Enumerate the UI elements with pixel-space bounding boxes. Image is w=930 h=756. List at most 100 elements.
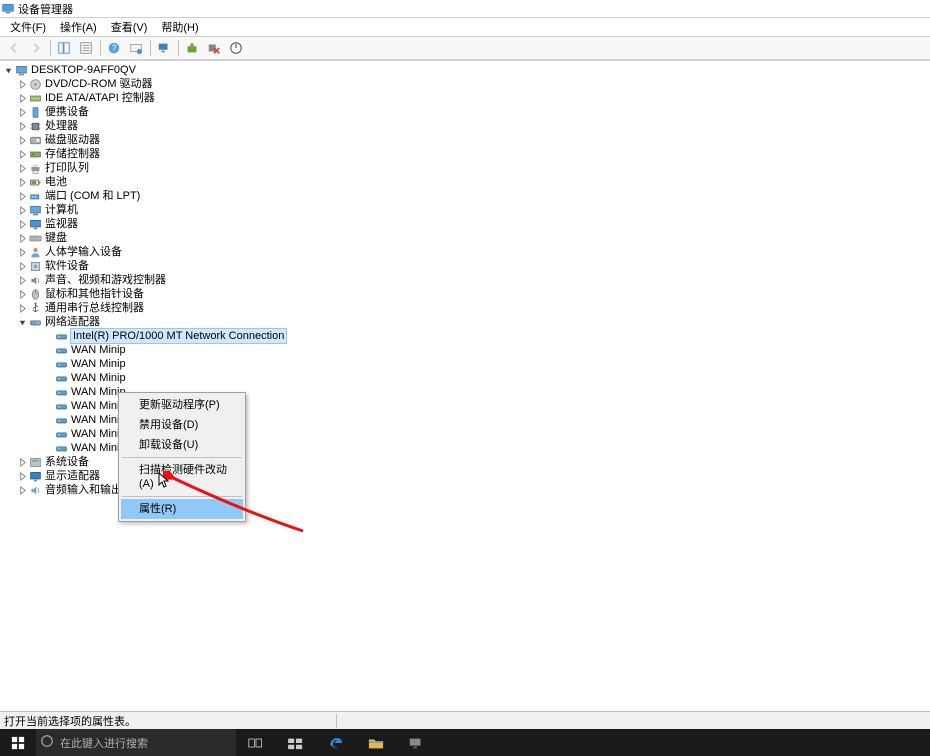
tree-category[interactable]: 端口 (COM 和 LPT) — [0, 189, 930, 203]
hid-icon — [28, 245, 42, 259]
ide-icon — [28, 91, 42, 105]
window-title: 设备管理器 — [18, 1, 73, 17]
chevron-right-icon[interactable] — [16, 134, 28, 146]
mouse-icon — [28, 287, 42, 301]
menu-file[interactable]: 文件(F) — [4, 18, 52, 36]
chevron-right-icon[interactable] — [16, 232, 28, 244]
chevron-right-icon[interactable] — [16, 120, 28, 132]
chevron-right-icon[interactable] — [16, 260, 28, 272]
ctx-properties[interactable]: 属性(R) — [121, 499, 243, 519]
menu-action[interactable]: 操作(A) — [54, 18, 103, 36]
computer-icon — [28, 203, 42, 217]
chevron-right-icon[interactable] — [16, 204, 28, 216]
printer-icon — [28, 161, 42, 175]
tree-node-label: IDE ATA/ATAPI 控制器 — [45, 91, 155, 105]
chevron-right-icon[interactable] — [16, 148, 28, 160]
tree-category-network[interactable]: 网络适配器 — [0, 315, 930, 329]
chevron-down-icon[interactable] — [16, 316, 28, 328]
search-placeholder: 在此键入进行搜索 — [60, 735, 148, 751]
tree-category[interactable]: 存储控制器 — [0, 147, 930, 161]
chevron-right-icon[interactable] — [16, 218, 28, 230]
nav-forward-button[interactable] — [26, 38, 46, 58]
start-button[interactable] — [0, 729, 36, 756]
show-hide-button[interactable] — [54, 38, 74, 58]
tree-node-network-adapter[interactable]: WAN Minip — [0, 357, 930, 371]
tree-category[interactable]: 声音、视频和游戏控制器 — [0, 273, 930, 287]
system-icon — [28, 455, 42, 469]
tree-category[interactable]: 磁盘驱动器 — [0, 133, 930, 147]
action-button[interactable] — [126, 38, 146, 58]
tree-category[interactable]: 监视器 — [0, 217, 930, 231]
portable-icon — [28, 105, 42, 119]
chevron-right-icon[interactable] — [16, 302, 28, 314]
menu-view[interactable]: 查看(V) — [105, 18, 154, 36]
keyboard-icon — [28, 231, 42, 245]
chevron-right-icon[interactable] — [16, 176, 28, 188]
ctx-update-driver[interactable]: 更新驱动程序(P) — [121, 395, 243, 415]
tree-category[interactable]: 鼠标和其他指针设备 — [0, 287, 930, 301]
tree-category[interactable]: 键盘 — [0, 231, 930, 245]
tree-node-network-adapter[interactable]: WAN Minip — [0, 371, 930, 385]
nic-icon — [54, 413, 68, 427]
chevron-right-icon[interactable] — [16, 162, 28, 174]
disable-button[interactable] — [226, 38, 246, 58]
taskbar-explorer[interactable] — [356, 729, 396, 756]
tree-category[interactable]: 处理器 — [0, 119, 930, 133]
tree-node-label: DVD/CD-ROM 驱动器 — [45, 77, 153, 91]
chevron-placeholder — [42, 386, 54, 398]
tree-category[interactable]: DVD/CD-ROM 驱动器 — [0, 77, 930, 91]
tree-category[interactable]: IDE ATA/ATAPI 控制器 — [0, 91, 930, 105]
disc-icon — [28, 77, 42, 91]
tree-node-label: 存储控制器 — [45, 147, 100, 161]
chevron-right-icon[interactable] — [16, 470, 28, 482]
uninstall-button[interactable] — [204, 38, 224, 58]
chevron-down-icon[interactable] — [2, 64, 14, 76]
chevron-right-icon[interactable] — [16, 190, 28, 202]
tree-category[interactable]: 电池 — [0, 175, 930, 189]
help-button[interactable]: ? — [104, 38, 124, 58]
port-icon — [28, 189, 42, 203]
chevron-right-icon[interactable] — [16, 106, 28, 118]
tree-node-label: 电池 — [45, 175, 67, 189]
ctx-uninstall-device[interactable]: 卸载设备(U) — [121, 435, 243, 455]
usb-icon — [28, 301, 42, 315]
chevron-placeholder — [42, 414, 54, 426]
taskbar-devmgr[interactable] — [396, 729, 436, 756]
properties-button[interactable] — [76, 38, 96, 58]
chevron-right-icon[interactable] — [16, 92, 28, 104]
tree-node-selected[interactable]: Intel(R) PRO/1000 MT Network Connection — [0, 329, 930, 343]
tree-category[interactable]: 人体学输入设备 — [0, 245, 930, 259]
chevron-right-icon[interactable] — [16, 246, 28, 258]
chevron-right-icon[interactable] — [16, 78, 28, 90]
task-view-button[interactable] — [236, 729, 276, 756]
audio-icon — [28, 273, 42, 287]
ctx-disable-device[interactable]: 禁用设备(D) — [121, 415, 243, 435]
tree-node-label: 软件设备 — [45, 259, 89, 273]
tree-category[interactable]: 打印队列 — [0, 161, 930, 175]
toolbar: ? — [0, 36, 930, 60]
taskbar-app-1[interactable] — [276, 729, 316, 756]
menu-help[interactable]: 帮助(H) — [155, 18, 204, 36]
audioio-icon — [28, 483, 42, 497]
chevron-right-icon[interactable] — [16, 484, 28, 496]
menubar: 文件(F) 操作(A) 查看(V) 帮助(H) — [0, 18, 930, 36]
ctx-scan-hardware[interactable]: 扫描检测硬件改动(A) — [121, 460, 243, 494]
update-driver-button[interactable] — [182, 38, 202, 58]
nav-back-button[interactable] — [4, 38, 24, 58]
chevron-right-icon[interactable] — [16, 274, 28, 286]
tree-node-network-adapter[interactable]: WAN Minip — [0, 343, 930, 357]
tree-category[interactable]: 通用串行总线控制器 — [0, 301, 930, 315]
chevron-right-icon[interactable] — [16, 456, 28, 468]
tree-node-label: 便携设备 — [45, 105, 89, 119]
tree-category[interactable]: 软件设备 — [0, 259, 930, 273]
tree-root[interactable]: DESKTOP-9AFF0QV — [0, 63, 930, 77]
tree-category[interactable]: 计算机 — [0, 203, 930, 217]
tree-node-label: 磁盘驱动器 — [45, 133, 100, 147]
chevron-right-icon[interactable] — [16, 288, 28, 300]
nic-icon — [54, 343, 68, 357]
taskbar-edge[interactable] — [316, 729, 356, 756]
tree-category[interactable]: 便携设备 — [0, 105, 930, 119]
scan-hardware-button[interactable] — [154, 38, 174, 58]
taskbar-search[interactable]: 在此键入进行搜索 — [36, 729, 236, 756]
chevron-placeholder — [42, 372, 54, 384]
